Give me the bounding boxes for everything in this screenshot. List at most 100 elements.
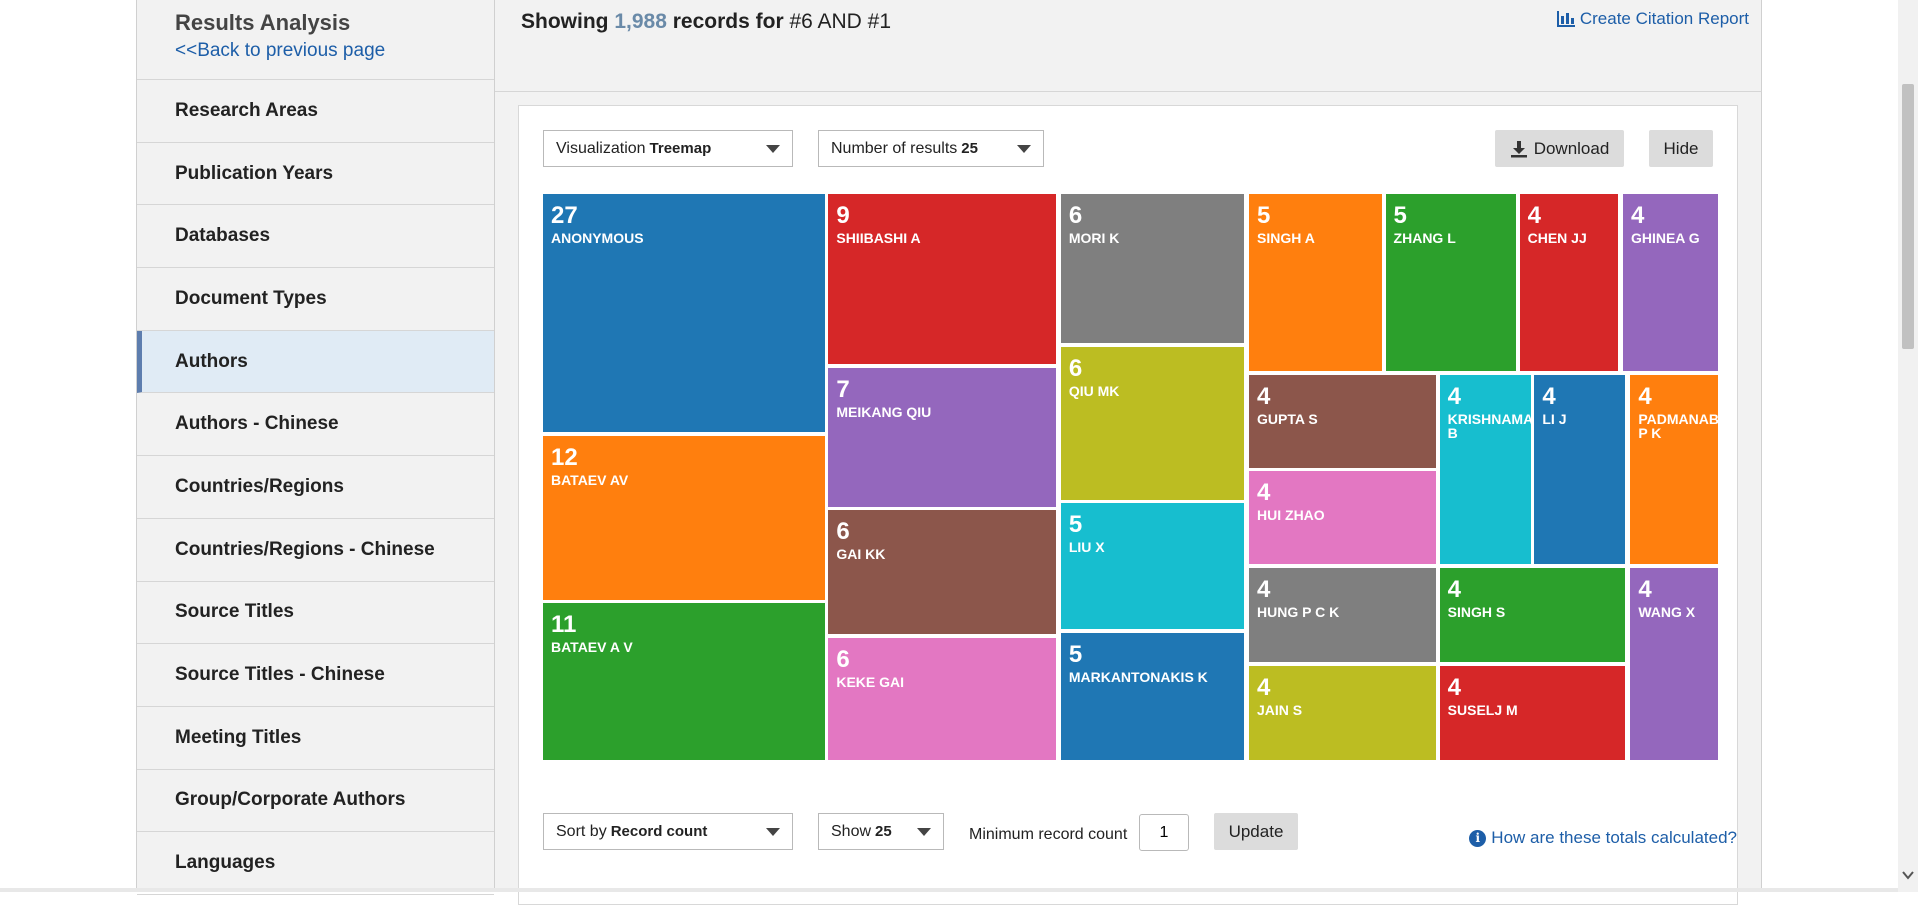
treemap-tile[interactable]: 4 JAIN S (1249, 665, 1436, 760)
treemap-tile-count: 5 (1393, 202, 1407, 229)
sidebar-item-languages[interactable]: Languages (137, 832, 494, 895)
chevron-down-icon (766, 828, 780, 836)
treemap-tile[interactable]: 5 LIU X (1060, 503, 1245, 630)
minimum-record-count-label: Minimum record count (969, 826, 1128, 843)
sidebar-item-countries-regions[interactable]: Countries/Regions (137, 456, 494, 519)
sidebar-item-publication-years[interactable]: Publication Years (137, 143, 494, 206)
treemap-tile-count: 5 (1257, 202, 1271, 229)
treemap-tile-count: 6 (836, 645, 850, 673)
sidebar-item-document-types[interactable]: Document Types (137, 268, 494, 331)
page-scrollbar[interactable] (1898, 0, 1918, 892)
treemap-tile-count: 4 (1638, 382, 1652, 410)
treemap-tile-author: KRISHNAMA B (1447, 410, 1531, 441)
chevron-down-icon (917, 828, 931, 836)
sort-by-select[interactable]: Sort by Record count (543, 813, 793, 850)
treemap-tile-count: 9 (836, 202, 850, 229)
sidebar-item-source-titles[interactable]: Source Titles (137, 582, 494, 645)
treemap-tile[interactable]: 4 GHINEA G (1622, 194, 1718, 372)
hide-label: Hide (1663, 138, 1699, 158)
treemap-tile[interactable]: 6 GAI KK (828, 510, 1056, 634)
treemap-tile-author: SINGH A (1257, 230, 1315, 246)
sidebar-item-authors[interactable]: Authors (137, 330, 494, 394)
treemap-tile-author: HUNG P C K (1257, 603, 1340, 620)
treemap-tile-author: BATAEV A V (551, 639, 633, 656)
treemap-tile-count: 4 (1447, 575, 1462, 603)
sidebar-item-countries-regions-chinese[interactable]: Countries/Regions - Chinese (137, 519, 494, 582)
treemap-tile-author: SUSELJ M (1447, 701, 1518, 718)
treemap-tile[interactable]: 4 KRISHNAMA B (1439, 374, 1531, 565)
treemap-tile-author: WANG X (1638, 603, 1696, 620)
sidebar-item-research-areas[interactable]: Research Areas (137, 80, 494, 143)
treemap-tile[interactable]: 27 ANONYMOUS (543, 194, 825, 433)
treemap-tile-count: 5 (1068, 511, 1083, 539)
show-count-select[interactable]: Show 25 (818, 813, 944, 850)
treemap-tile[interactable]: 4 HUNG P C K (1249, 567, 1436, 663)
number-of-results-value: 25 (961, 140, 978, 157)
sidebar-item-authors-chinese[interactable]: Authors - Chinese (137, 393, 494, 457)
treemap-tile[interactable]: 6 MORI K (1060, 194, 1245, 344)
treemap-tile[interactable]: 4 CHEN JJ (1519, 194, 1618, 372)
record-count: 1,988 (614, 10, 667, 33)
create-citation-report-link[interactable]: Create Citation Report (1556, 9, 1749, 29)
treemap-tile[interactable]: 5 ZHANG L (1385, 194, 1516, 372)
download-button[interactable]: Download (1495, 130, 1624, 167)
sidebar-header: Results Analysis <<Back to previous page (137, 0, 494, 80)
showing-prefix: Showing (521, 10, 609, 33)
treemap-tile[interactable]: 7 MEIKANG QIU (828, 367, 1056, 507)
sort-by-label: Sort by (556, 822, 607, 840)
hide-button[interactable]: Hide (1649, 130, 1713, 167)
totals-help-link[interactable]: i How are these totals calculated? (1469, 828, 1737, 848)
number-of-results-select[interactable]: Number of results 25 (818, 130, 1044, 167)
info-icon: i (1469, 829, 1487, 847)
treemap-tile-author: ZHANG L (1393, 230, 1456, 246)
treemap-tile-count: 11 (551, 611, 577, 639)
treemap-tile[interactable]: 11 BATAEV A V (543, 603, 825, 760)
treemap-tile-author: BATAEV AV (551, 471, 629, 488)
treemap-tile-author: GHINEA G (1630, 230, 1700, 246)
treemap-tile-author: MARKANTONAKIS K (1068, 668, 1208, 685)
treemap-tile[interactable]: 4 LI J (1534, 374, 1626, 565)
scrollbar-thumb[interactable] (1902, 84, 1914, 349)
back-link[interactable]: <<Back to previous page (175, 40, 494, 62)
treemap-tile-author: JAIN S (1257, 701, 1303, 718)
treemap-tile-author: LI J (1542, 410, 1567, 427)
treemap-tile[interactable]: 9 SHIIBASHI A (828, 194, 1056, 364)
treemap-tile-count: 5 (1068, 640, 1083, 668)
treemap-tile-author: MORI K (1068, 230, 1120, 246)
visualization-label: Visualization (556, 139, 646, 157)
minimum-record-count-input[interactable] (1139, 814, 1189, 851)
sidebar-item-meeting-titles[interactable]: Meeting Titles (137, 707, 494, 770)
treemap-tile[interactable]: 4 GUPTA S (1249, 374, 1436, 468)
sidebar-item-databases[interactable]: Databases (137, 205, 494, 269)
treemap-tile[interactable]: 5 SINGH A (1249, 194, 1382, 372)
records-for-text: records for (672, 10, 784, 33)
treemap-tile-author: GAI KK (836, 546, 886, 563)
scroll-down-arrow-icon[interactable] (1901, 868, 1915, 882)
treemap-tile[interactable]: 4 SINGH S (1439, 567, 1626, 663)
sidebar-item-source-titles-chinese[interactable]: Source Titles - Chinese (137, 644, 494, 707)
treemap-tile-author: LIU X (1068, 539, 1105, 556)
treemap-tile[interactable]: 5 MARKANTONAKIS K (1060, 632, 1245, 760)
query-text: #6 AND #1 (789, 10, 892, 33)
treemap-tile-author: MEIKANG QIU (836, 403, 932, 420)
citation-report-label: Create Citation Report (1579, 9, 1749, 28)
bar-chart-icon (1556, 11, 1575, 27)
treemap-tile-count: 4 (1630, 202, 1645, 229)
treemap-tile[interactable]: 4 WANG X (1630, 567, 1718, 760)
treemap-tile[interactable]: 6 KEKE GAI (828, 637, 1056, 760)
treemap-tile-count: 27 (551, 202, 578, 229)
treemap-tile[interactable]: 6 QIU MK (1060, 346, 1245, 500)
update-button[interactable]: Update (1214, 813, 1298, 850)
treemap-tile-author: KEKE GAI (836, 673, 905, 690)
number-of-results-label: Number of results (831, 139, 958, 157)
treemap-tile[interactable]: 4 PADMANAB P K (1630, 374, 1718, 565)
visualization-select[interactable]: Visualization Treemap (543, 130, 793, 167)
results-header: Showing 1,988 records for #6 AND #1 Crea… (495, 0, 1762, 92)
treemap-tile[interactable]: 4 HUI ZHAO (1249, 471, 1436, 565)
treemap-tile-count: 4 (1638, 575, 1652, 603)
treemap-tile-author: ANONYMOUS (551, 230, 644, 246)
results-summary: Showing 1,988 records for #6 AND #1 (521, 10, 891, 34)
treemap-tile[interactable]: 4 SUSELJ M (1439, 665, 1626, 760)
sidebar-item-group-corporate-authors[interactable]: Group/Corporate Authors (137, 770, 494, 833)
treemap-tile[interactable]: 12 BATAEV AV (543, 435, 825, 600)
